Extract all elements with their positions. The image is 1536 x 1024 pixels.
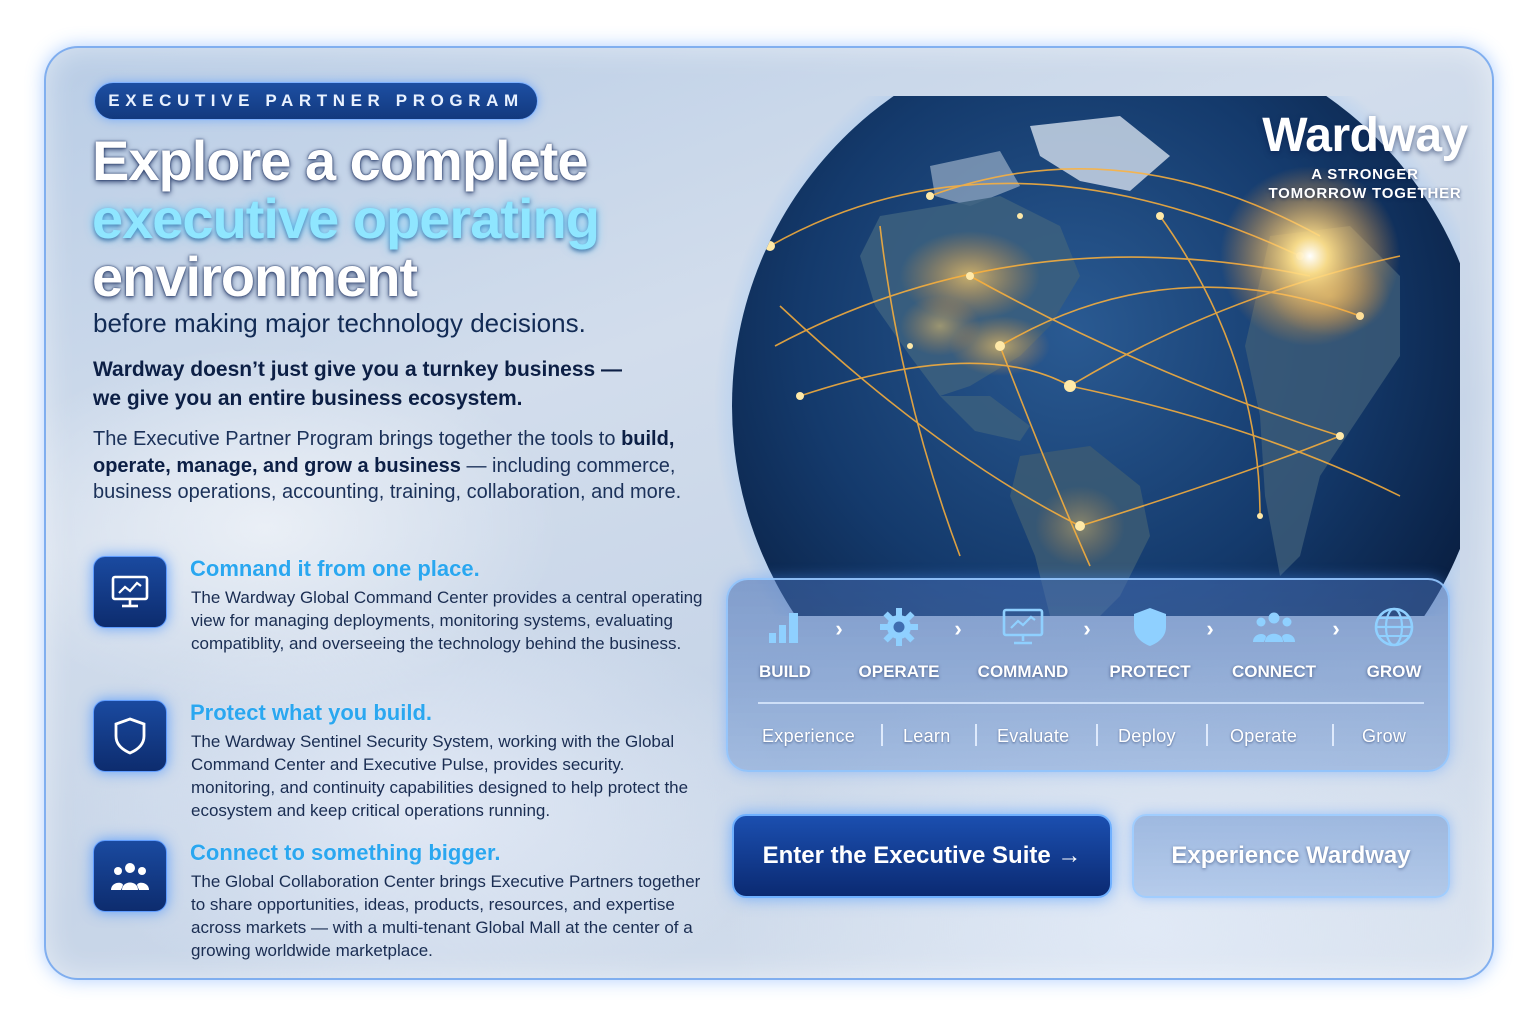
feature-description: The Wardway Global Command Center provid… xyxy=(191,588,703,653)
step-protect: PROTECT xyxy=(1090,604,1210,682)
bar-chart-icon xyxy=(725,604,845,650)
step-label: CONNECT xyxy=(1231,662,1317,681)
feature-description: The Wardway Sentinel Security System, wo… xyxy=(191,732,689,820)
monitor-icon xyxy=(963,604,1083,650)
gear-icon xyxy=(839,604,959,650)
lead-line-2: we give you an entire business ecosystem… xyxy=(93,387,523,410)
phase-operate: Operate xyxy=(1230,726,1298,746)
step-label: BUILD xyxy=(759,662,811,681)
brand-tagline-line-1: A STRONGER xyxy=(1311,166,1419,183)
phase-evaluate: Evaluate xyxy=(997,726,1070,746)
feature-protect: Protect what you build. The Wardway Sent… xyxy=(93,700,713,830)
monitor-chart-icon xyxy=(93,556,167,628)
enter-executive-suite-button[interactable]: Enter the Executive Suite → xyxy=(732,814,1112,898)
phase-separator xyxy=(1206,724,1208,746)
feature-description: The Global Collaboration Center brings E… xyxy=(191,872,701,960)
step-label: COMMAND xyxy=(977,662,1069,681)
feature-command: Comnand it from one place. The Wardway G… xyxy=(93,556,713,686)
step-grow: GROW xyxy=(1334,604,1454,682)
feature-connect: Connect to something bigger. The Global … xyxy=(93,840,713,970)
experience-wardway-button[interactable]: Experience Wardway xyxy=(1132,814,1450,898)
step-command: COMMAND xyxy=(963,604,1083,682)
headline-line-1: Explore a complete xyxy=(92,129,589,192)
wardway-logo: Wardway A STRONGER TOMORROW TOGETHER xyxy=(1250,108,1480,203)
people-icon xyxy=(1214,604,1334,650)
page-title: Explore a complete executive operating e… xyxy=(92,132,712,306)
program-tag: EXECUTIVE PARTNER PROGRAM xyxy=(94,82,538,120)
journey-panel: BUILD › OPERATE › COMMAND › PROTECT › CO… xyxy=(726,578,1450,772)
shield-icon xyxy=(1090,604,1210,650)
globe-icon xyxy=(1334,604,1454,650)
brand-name: Wardway xyxy=(1262,109,1468,162)
brand-tagline-line-2: TOMORROW TOGETHER xyxy=(1268,185,1462,202)
step-operate: OPERATE xyxy=(839,604,959,682)
feature-title: Protect what you build. xyxy=(190,700,433,725)
phase-grow: Grow xyxy=(1362,726,1407,746)
phase-experience: Experience xyxy=(762,726,856,746)
headline-line-2: executive operating xyxy=(92,187,600,250)
subheadline: before making major technology decisions… xyxy=(93,308,586,338)
step-connect: CONNECT xyxy=(1214,604,1334,682)
step-label: GROW xyxy=(1366,662,1422,681)
phase-separator xyxy=(1096,724,1098,746)
phase-separator xyxy=(975,724,977,746)
panel-divider xyxy=(758,702,1424,704)
step-label: OPERATE xyxy=(858,662,940,681)
intro-text-1: The Executive Partner Program brings tog… xyxy=(93,428,616,450)
people-icon xyxy=(93,840,167,912)
lead-statement: Wardway doesn’t just give you a turnkey … xyxy=(93,355,693,413)
headline-line-3: environment xyxy=(92,245,418,308)
shield-icon xyxy=(93,700,167,772)
phase-separator xyxy=(881,724,883,746)
phase-separator xyxy=(1332,724,1334,746)
phase-deploy: Deploy xyxy=(1118,726,1176,746)
lead-line-1: Wardway doesn’t just give you a turnkey … xyxy=(93,358,623,381)
feature-title: Connect to something bigger. xyxy=(190,840,501,865)
brand-tagline: A STRONGER TOMORROW TOGETHER xyxy=(1250,165,1480,203)
feature-title: Comnand it from one place. xyxy=(190,556,480,581)
step-build: BUILD xyxy=(725,604,845,682)
phase-learn: Learn xyxy=(903,726,951,746)
intro-paragraph: The Executive Partner Program brings tog… xyxy=(93,426,693,506)
step-label: PROTECT xyxy=(1109,662,1191,681)
